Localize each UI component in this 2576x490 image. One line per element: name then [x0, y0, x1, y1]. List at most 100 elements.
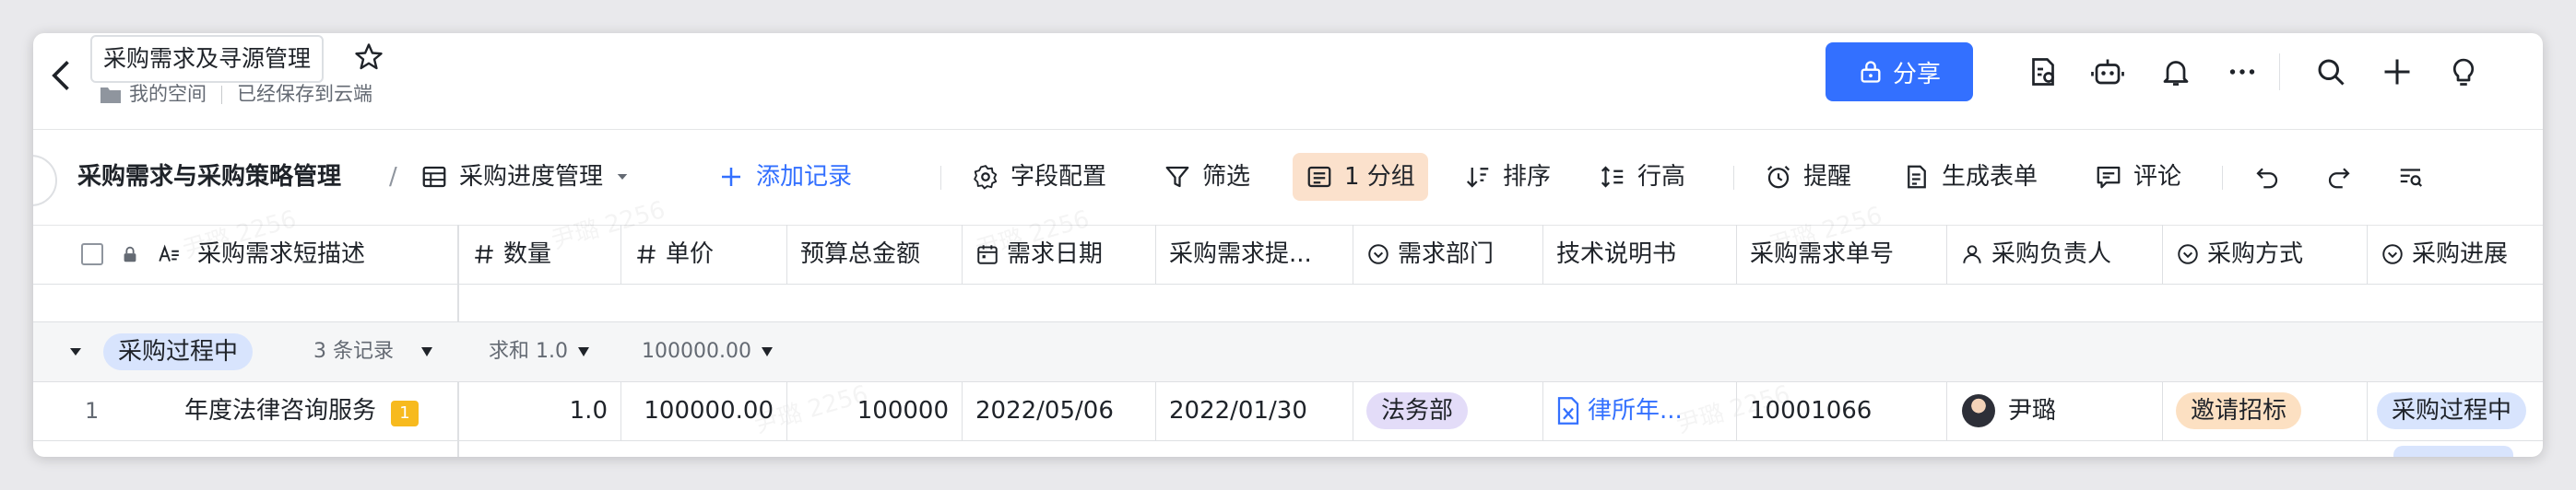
field-config-button[interactable]: 字段配置: [972, 153, 1106, 201]
folder-icon: [100, 88, 121, 103]
notifications-button[interactable]: [2156, 52, 2196, 92]
group-button[interactable]: 1 分组: [1293, 153, 1428, 201]
unit-price-aggregate[interactable]: 100000.00: [642, 333, 774, 370]
column-header-spec[interactable]: 技术说明书: [1543, 225, 1737, 284]
collapse-caret-icon[interactable]: [68, 344, 83, 359]
column-header-quantity[interactable]: 数量: [459, 225, 621, 284]
need-date-cell[interactable]: 2022/05/06: [963, 381, 1156, 440]
excel-file-icon: [1557, 397, 1579, 425]
tips-button[interactable]: [2443, 52, 2484, 92]
share-button[interactable]: 分享: [1826, 42, 1973, 101]
toolbar-divider: [940, 166, 941, 190]
comment-icon: [2097, 166, 2121, 189]
reminder-label: 提醒: [1803, 163, 1852, 191]
aggregate-label: 求和 1.0: [489, 340, 568, 363]
method-cell[interactable]: 邀请招标: [2163, 381, 2368, 440]
caret-down-icon[interactable]: [420, 346, 433, 357]
grid-view-icon: [422, 166, 446, 188]
column-header-progress[interactable]: 采购进展: [2368, 225, 2543, 284]
owner-cell[interactable]: 尹璐: [1947, 381, 2163, 440]
search-button[interactable]: [2310, 52, 2351, 92]
create-button[interactable]: [2377, 52, 2417, 92]
document-info-icon: [2032, 58, 2054, 86]
reminder-button[interactable]: 提醒: [1765, 153, 1851, 201]
sort-label: 排序: [1503, 163, 1552, 191]
back-button[interactable]: [42, 55, 83, 96]
order-no-cell[interactable]: 10001066: [1737, 381, 1947, 440]
view-switcher[interactable]: 采购进度管理: [420, 153, 631, 201]
base-name[interactable]: 采购需求与采购策略管理: [77, 153, 341, 201]
next-row-tag-partial: [2393, 446, 2513, 457]
column-header-owner[interactable]: 采购负责人: [1947, 225, 2163, 284]
caret-down-icon: [577, 347, 589, 356]
group-tag: 采购过程中: [103, 333, 254, 370]
row-description: 年度法律咨询服务 1: [184, 381, 419, 440]
more-dots-icon: [2229, 69, 2255, 75]
more-button[interactable]: [2222, 52, 2263, 92]
department-cell[interactable]: 法务部: [1353, 381, 1543, 440]
star-icon[interactable]: [352, 41, 385, 74]
text-field-icon: [159, 244, 179, 262]
doc-title[interactable]: 采购需求及寻源管理: [90, 35, 325, 83]
generate-form-button[interactable]: 生成表单: [1903, 153, 2038, 201]
comment-count-badge[interactable]: 1: [391, 401, 419, 426]
spec-cell[interactable]: 律所年...: [1543, 381, 1737, 440]
doc-info-button[interactable]: [2023, 52, 2063, 92]
redo-button[interactable]: [2325, 153, 2353, 201]
spec-file-link[interactable]: 律所年...: [1588, 381, 1683, 440]
submit-date-cell[interactable]: 2022/01/30: [1156, 381, 1353, 440]
quantity-cell[interactable]: 1.0: [459, 381, 621, 440]
toolbar-divider: [1733, 166, 1734, 190]
plus-icon: [722, 168, 740, 186]
sort-icon: [1466, 168, 1489, 188]
undo-button[interactable]: [2253, 153, 2281, 201]
header-row: 采购需求短描述 数量 单价 预算总金额 需求日期 采购需求提... 需求部门 技…: [33, 225, 2543, 285]
redo-icon: [2328, 168, 2350, 189]
filter-button[interactable]: 筛选: [1164, 153, 1250, 201]
column-label: 技术说明书: [1556, 240, 1677, 268]
select-all-checkbox[interactable]: [81, 243, 103, 265]
sidebar-toggle[interactable]: [33, 155, 57, 206]
owner-name: 尹璐: [2008, 397, 2057, 425]
ai-assistant-button[interactable]: [2087, 52, 2128, 92]
column-header-method[interactable]: 采购方式: [2163, 225, 2368, 284]
number-field-icon: [475, 245, 493, 263]
progress-cell[interactable]: 采购过程中: [2368, 381, 2543, 440]
group-record-count: 3 条记录: [313, 340, 394, 363]
group-header-row[interactable]: 采购过程中 3 条记录 求和 1.0 100000.00: [33, 321, 2543, 382]
find-replace-button[interactable]: [2397, 153, 2425, 201]
person-icon: [1963, 245, 1981, 263]
column-header-unit-price[interactable]: 单价: [621, 225, 787, 284]
column-label: 采购方式: [2207, 240, 2304, 268]
sort-button[interactable]: 排序: [1464, 153, 1551, 201]
avatar[interactable]: [1962, 394, 1995, 427]
column-header-department[interactable]: 需求部门: [1353, 225, 1543, 284]
column-label: 单价: [666, 240, 715, 268]
add-record-button[interactable]: 添加记录: [717, 153, 852, 201]
quantity-aggregate[interactable]: 求和 1.0: [489, 333, 590, 370]
comment-button[interactable]: 评论: [2095, 153, 2181, 201]
column-header-budget-total[interactable]: 预算总金额: [787, 225, 963, 284]
title-bar: 采购需求及寻源管理 我的空间 已经保存到云端 分享: [33, 33, 2543, 129]
field-config-label: 字段配置: [1010, 163, 1107, 191]
column-header-need-date[interactable]: 需求日期: [963, 225, 1156, 284]
toolbar-divider: [2222, 166, 2223, 190]
column-header-description[interactable]: 采购需求短描述: [33, 225, 457, 284]
column-header-order-no[interactable]: 采购需求单号: [1737, 225, 1947, 284]
table-row[interactable]: 1 年度法律咨询服务 1 1.0 100000.00 100000 2022/05…: [33, 381, 2543, 441]
app-window: 采购需求及寻源管理 我的空间 已经保存到云端 分享 采购需求与采购策略管理 / …: [33, 33, 2543, 457]
method-tag: 邀请招标: [2176, 392, 2302, 429]
description-cell[interactable]: 1 年度法律咨询服务 1: [33, 381, 457, 440]
lock-icon: [124, 246, 136, 262]
titlebar-divider: [2279, 53, 2280, 90]
row-height-button[interactable]: 行高: [1599, 153, 1685, 201]
filter-icon: [1165, 166, 1189, 188]
column-label: 采购需求短描述: [197, 240, 366, 268]
breadcrumb-space[interactable]: 我的空间: [129, 83, 207, 105]
budget-total-cell[interactable]: 100000: [787, 381, 963, 440]
column-label: 采购进展: [2412, 240, 2509, 268]
unit-price-cell[interactable]: 100000.00: [621, 381, 787, 440]
column-header-submit-date[interactable]: 采购需求提...: [1156, 225, 1353, 284]
row-height-label: 行高: [1637, 163, 1686, 191]
column-label: 采购需求提...: [1169, 240, 1312, 268]
